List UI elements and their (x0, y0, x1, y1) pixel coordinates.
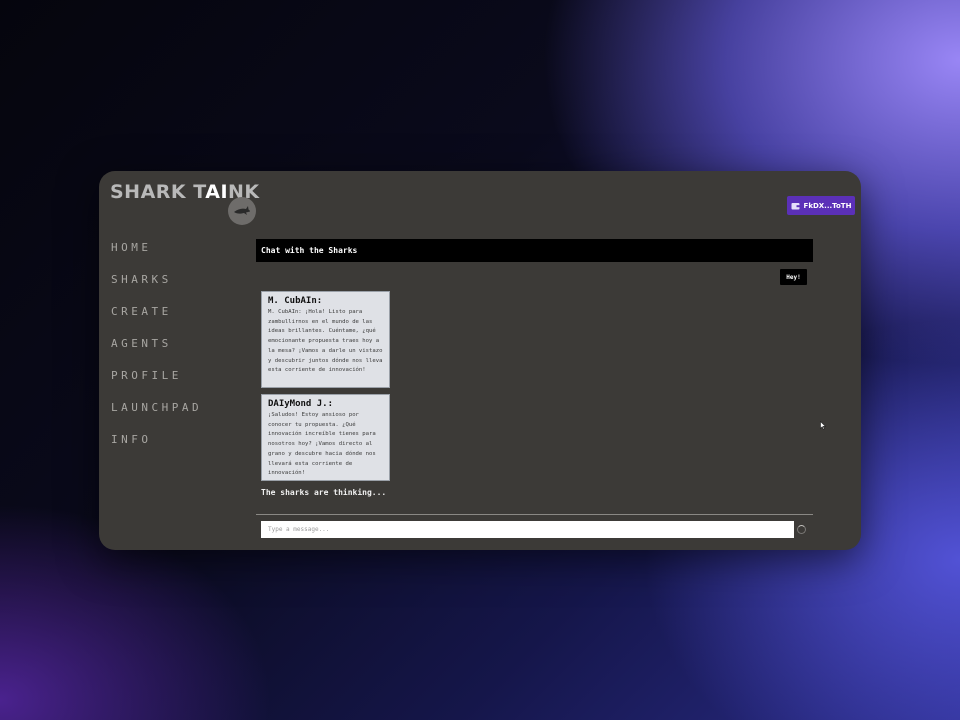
thinking-status: The sharks are thinking... (261, 488, 387, 497)
shark-message-card: M. CubAIn: M. CubAIn: ¡Hola! Listo para … (261, 291, 390, 388)
chat-title: Chat with the Sharks (256, 239, 813, 262)
nav-item-agents[interactable]: AGENTS (111, 337, 202, 369)
chat-divider (256, 514, 813, 515)
shark-message-text: ¡Saludos! Estoy ansioso por conocer tu p… (268, 412, 376, 477)
shark-icon (234, 206, 250, 215)
spinner-icon (797, 525, 806, 534)
wallet-button[interactable]: FkDX...ToTH (787, 196, 855, 215)
nav-item-create[interactable]: CREATE (111, 305, 202, 337)
nav-item-launchpad[interactable]: LAUNCHPAD (111, 401, 202, 433)
wallet-address: FkDX...ToTH (803, 201, 852, 210)
user-message-bubble: Hey! (780, 269, 807, 285)
shark-message-card: DAIyMond J.: ¡Saludos! Estoy ansioso por… (261, 394, 390, 481)
shark-message-text: M. CubAIn: ¡Hola! Listo para zambullirno… (268, 309, 383, 374)
nav-item-sharks[interactable]: SHARKS (111, 273, 202, 305)
nav-item-home[interactable]: HOME (111, 241, 202, 273)
message-input[interactable] (261, 521, 794, 538)
sidebar-nav: HOME SHARKS CREATE AGENTS PROFILE LAUNCH… (111, 241, 202, 465)
shark-name: M. CubAIn: (268, 296, 323, 306)
logo-ai: AI (205, 181, 229, 203)
app-window: SHARK TAINK FkDX...ToTH HOME SHARKS CREA… (99, 171, 861, 550)
shark-name: DAIyMond J.: (268, 399, 334, 409)
logo-prefix: SHARK T (110, 181, 206, 203)
nav-item-profile[interactable]: PROFILE (111, 369, 202, 401)
wallet-icon (791, 202, 800, 209)
shark-button[interactable] (228, 197, 256, 225)
mouse-cursor-icon (820, 421, 826, 430)
nav-item-info[interactable]: INFO (111, 433, 202, 465)
